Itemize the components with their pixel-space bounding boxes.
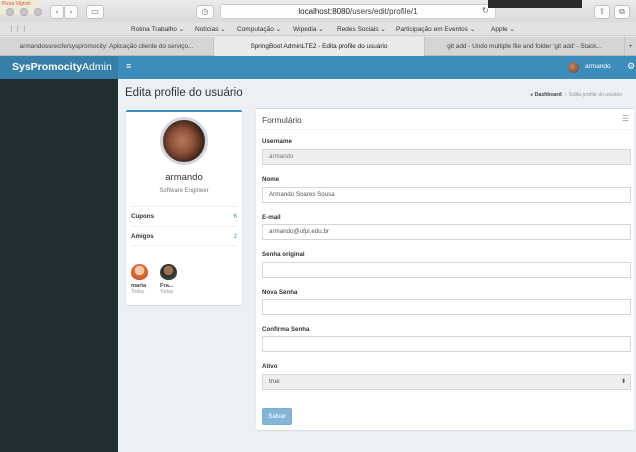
username-label: Username: [262, 138, 292, 145]
browser-chrome: Pizza Vignoli ‹ › ▭ ◷ localhost:8080/use…: [0, 0, 636, 56]
nome-label: Nome: [262, 176, 280, 183]
dashboard-icon: ◕: [530, 92, 534, 98]
page-title: Edita profile do usuário: [125, 87, 243, 99]
nova-senha-label: Nova Senha: [262, 289, 298, 296]
bookmark-item[interactable]: Notícias ⌄: [195, 25, 226, 33]
app-logo[interactable]: SysPromocityAdmin: [0, 56, 118, 79]
friend-item[interactable]: Fra... Today: [160, 264, 182, 295]
confirma-senha-label: Confirma Senha: [262, 326, 310, 333]
back-icon[interactable]: ‹: [50, 5, 64, 19]
bookmark-item[interactable]: Redes Sociais ⌄: [337, 25, 386, 33]
nova-senha-field[interactable]: [262, 299, 631, 315]
address-bar[interactable]: localhost:8080/users/edit/profile/1: [220, 4, 496, 19]
bookmark-item[interactable]: Apple ⌄: [491, 25, 515, 33]
bookmarks-bar: ⋮⋮⋮ Rotina Trabalho ⌄ Notícias ⌄ Computa…: [0, 22, 636, 36]
content-area: Edita profile do usuário ◕ Dashboard › E…: [118, 79, 636, 452]
profile-row-label: Amigos: [131, 233, 154, 240]
profile-row-value: 6: [233, 213, 237, 220]
profile-row-label: Cupons: [131, 213, 155, 220]
bookmark-item[interactable]: Wipedia ⌄: [293, 25, 324, 33]
profile-form: Formulário ☰ Username armando Nome Arman…: [256, 108, 634, 430]
browser-tabs: armandossrecife/syspromocity: Aplicação …: [0, 37, 636, 56]
breadcrumb-current: Edita profile do usuário: [569, 92, 623, 98]
profile-row-amigos[interactable]: Amigos 2: [131, 226, 237, 246]
browser-tab[interactable]: armandossrecife/syspromocity: Aplicação …: [0, 37, 214, 56]
apps-grid-icon[interactable]: ⋮⋮⋮: [8, 25, 28, 33]
hamburger-menu-icon[interactable]: ≡: [126, 61, 131, 71]
nome-field[interactable]: Armando Soares Sousa: [262, 187, 631, 203]
sidebar-toggle-icon[interactable]: ▭: [86, 5, 104, 19]
senha-original-label: Senha original: [262, 251, 305, 258]
breadcrumb: ◕ Dashboard › Edita profile do usuário: [530, 92, 622, 98]
logo-bold: SysPromocity: [12, 61, 83, 73]
url-host: localhost:8080: [298, 7, 350, 16]
form-title: Formulário: [262, 115, 302, 125]
confirma-senha-field[interactable]: [262, 336, 631, 352]
email-label: E-mail: [262, 214, 281, 221]
new-tab-icon[interactable]: +: [625, 37, 636, 56]
maps-label: Pizza Vignoli: [2, 1, 31, 7]
close-window-icon[interactable]: [6, 8, 14, 16]
salvar-button[interactable]: Salvar: [262, 408, 292, 425]
ativo-selected-value: true: [269, 378, 280, 385]
breadcrumb-home[interactable]: Dashboard: [535, 92, 562, 98]
friend-date: Today: [160, 289, 174, 295]
forward-icon[interactable]: ›: [64, 5, 78, 19]
friend-avatar: [160, 264, 177, 281]
list-icon[interactable]: ☰: [622, 114, 629, 123]
profile-role: Software Engineer: [159, 188, 209, 194]
bookmark-item[interactable]: Participação em Eventos ⌄: [396, 25, 475, 33]
minimize-window-icon[interactable]: [20, 8, 28, 16]
ativo-label: Ativo: [262, 363, 278, 370]
friend-date: Today: [131, 289, 145, 295]
share-icon[interactable]: ⇪: [594, 5, 610, 19]
breadcrumb-separator: ›: [563, 92, 568, 98]
friend-avatar: [131, 264, 148, 281]
header-user-name[interactable]: armando: [585, 63, 611, 70]
browser-tab[interactable]: git add - Undo multiple file and folder …: [425, 37, 625, 56]
browser-toolbar: Pizza Vignoli ‹ › ▭ ◷ localhost:8080/use…: [0, 0, 636, 22]
bookmark-item[interactable]: Rotina Trabalho ⌄: [131, 25, 184, 33]
sidebar: [0, 79, 118, 452]
friend-item[interactable]: maria Today: [131, 264, 153, 295]
select-arrows-icon: ⬍: [620, 379, 626, 385]
tabs-overview-icon[interactable]: ⧉: [614, 5, 630, 19]
profile-row-value: 2: [233, 233, 237, 240]
browser-tab-active[interactable]: SpringBoot AdminLTE2 - Edita profile do …: [214, 37, 425, 56]
url-path: /users/edit/profile/1: [350, 7, 418, 16]
profile-avatar: [160, 117, 208, 165]
email-field[interactable]: armando@ufpi.edu.br: [262, 224, 631, 240]
profile-row-cupons[interactable]: Cupons 6: [131, 206, 237, 226]
profile-card: armando Software Engineer Cupons 6 Amigo…: [126, 110, 242, 305]
username-field[interactable]: armando: [262, 149, 631, 165]
ativo-select[interactable]: true ⬍: [262, 374, 631, 390]
app-header: SysPromocityAdmin ≡ armando ⚙: [0, 56, 636, 79]
logo-light: Admin: [82, 61, 112, 73]
bookmark-item[interactable]: Computação ⌄: [237, 25, 281, 33]
form-divider: [256, 129, 634, 130]
desktop-edge: [488, 0, 582, 8]
user-avatar[interactable]: [568, 62, 579, 73]
profile-name: armando: [165, 172, 203, 183]
senha-original-field[interactable]: [262, 262, 631, 278]
history-icon[interactable]: ◷: [196, 5, 214, 19]
zoom-window-icon[interactable]: [34, 8, 42, 16]
gears-icon[interactable]: ⚙: [627, 61, 635, 72]
